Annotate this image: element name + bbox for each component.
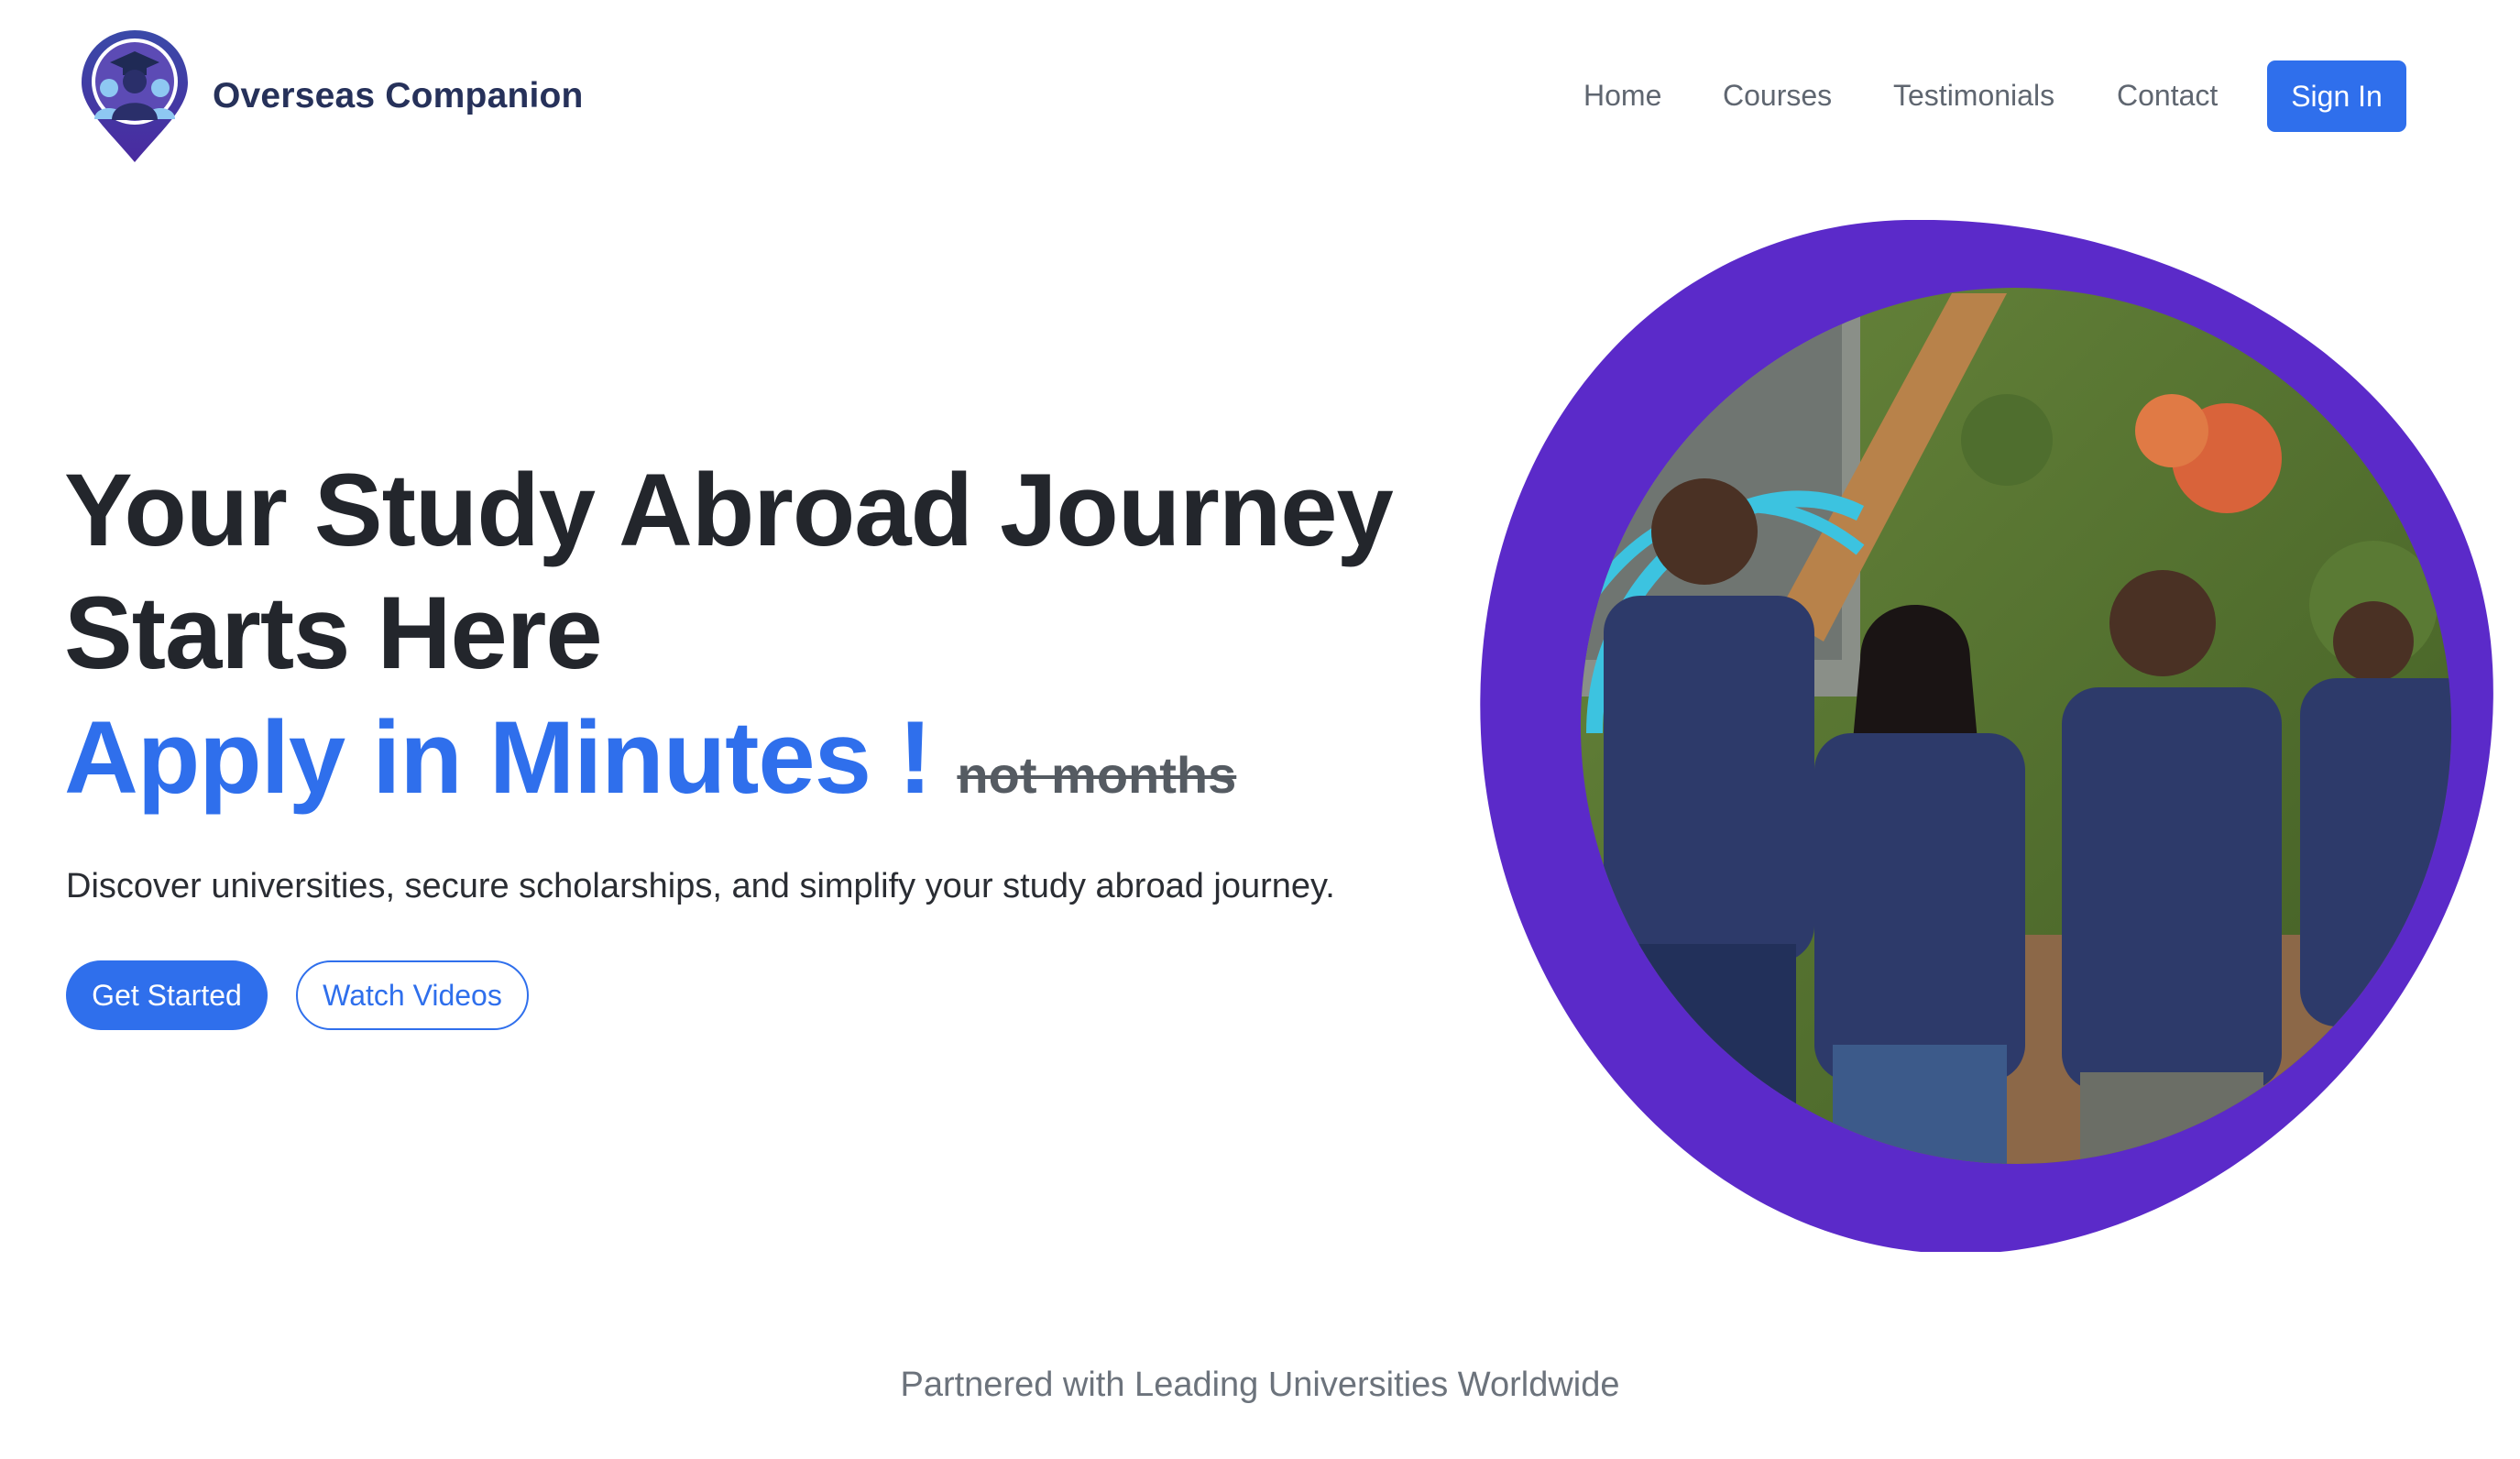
hero-title: Your Study Abroad Journey Starts Here [64,453,1394,690]
brand-name: Overseas Companion [213,76,584,115]
watch-videos-button[interactable]: Watch Videos [296,960,529,1030]
nav-home[interactable]: Home [1583,79,1661,113]
hero-photo [1480,220,2504,1252]
hero-lead: Discover universities, secure scholarshi… [66,867,1335,905]
logo-icon [82,30,188,162]
apply-headline: Apply in Minutes ! [64,700,932,815]
landing-page: Overseas Companion Home Courses Testimon… [0,0,2520,1459]
partners-heading: Partnered with Leading Universities Worl… [900,1366,1620,1404]
nav-testimonials[interactable]: Testimonials [1893,79,2054,113]
navbar: Overseas Companion Home Courses Testimon… [0,0,2520,197]
brand-link[interactable]: Overseas Companion [79,27,584,165]
hero-subtitle: Apply in Minutes ! not months [64,697,1236,819]
sign-in-button[interactable]: Sign In [2267,60,2406,132]
nav-contact[interactable]: Contact [2117,79,2218,113]
strikethrough-text: not months [957,746,1237,804]
get-started-button[interactable]: Get Started [66,960,268,1030]
nav-courses[interactable]: Courses [1723,79,1832,113]
